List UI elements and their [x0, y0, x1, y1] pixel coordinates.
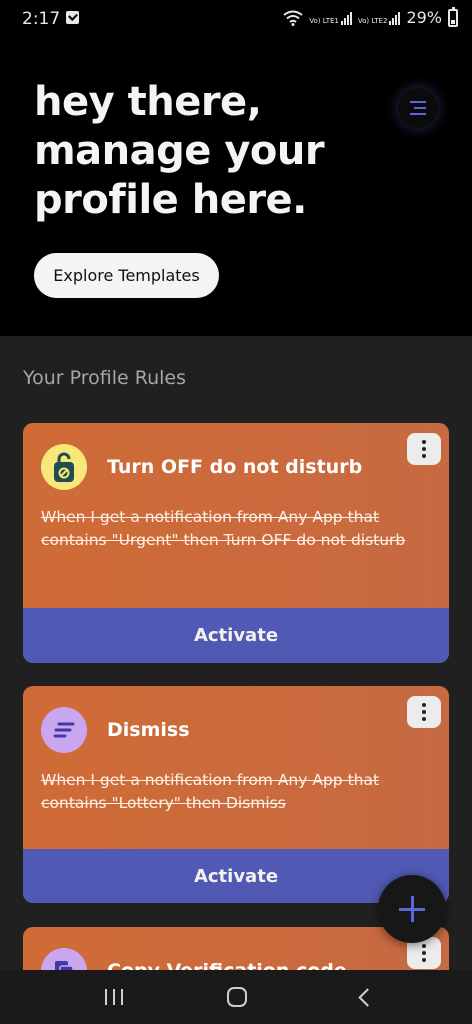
- more-options-button[interactable]: [407, 433, 441, 465]
- navigation-bar: [0, 970, 472, 1024]
- rule-description: When I get a notification from Any App t…: [41, 508, 406, 549]
- wifi-icon: [283, 10, 303, 26]
- sim1-label: Vo) LTE1: [309, 16, 339, 25]
- status-time: 2:17: [22, 9, 61, 29]
- recent-apps-button[interactable]: [104, 989, 124, 1005]
- hero-section: hey there, manage your profile here. Exp…: [0, 38, 472, 336]
- rule-title: Turn OFF do not disturb: [107, 456, 363, 478]
- menu-icon: [410, 100, 426, 116]
- battery-percent: 29%: [406, 8, 442, 27]
- signal-bars-icon: [389, 11, 401, 25]
- app-screen: 2:17 Vo) LTE1 Vo) LTE2 29% hey there, ma…: [0, 0, 472, 1024]
- status-bar: 2:17 Vo) LTE1 Vo) LTE2 29%: [0, 0, 472, 38]
- rule-card[interactable]: Turn OFF do not disturb When I get a not…: [23, 423, 449, 663]
- battery-icon: [448, 6, 458, 27]
- status-icons: Vo) LTE1 Vo) LTE2 29%: [283, 6, 458, 27]
- home-button[interactable]: [227, 987, 247, 1007]
- do-not-disturb-hanger-icon: [41, 444, 87, 490]
- section-title: Your Profile Rules: [23, 367, 186, 389]
- rule-title: Dismiss: [107, 719, 190, 741]
- add-rule-button[interactable]: [378, 875, 446, 943]
- more-options-button[interactable]: [407, 696, 441, 728]
- hero-title: hey there, manage your profile here.: [34, 79, 325, 223]
- explore-templates-button[interactable]: Explore Templates: [34, 253, 219, 298]
- sim2-signal: Vo) LTE2: [358, 11, 401, 25]
- notification-check-icon: [66, 11, 79, 24]
- plus-icon: [399, 896, 425, 922]
- back-button[interactable]: [356, 988, 374, 1006]
- dismiss-lines-icon: [41, 707, 87, 753]
- signal-bars-icon: [340, 11, 352, 25]
- rule-description: When I get a notification from Any App t…: [41, 771, 380, 812]
- activate-button[interactable]: Activate: [23, 608, 449, 663]
- sim2-label: Vo) LTE2: [357, 16, 388, 25]
- menu-button[interactable]: [398, 88, 438, 128]
- rule-card[interactable]: Dismiss When I get a notification from A…: [23, 686, 449, 903]
- sim1-signal: Vo) LTE1: [309, 11, 352, 25]
